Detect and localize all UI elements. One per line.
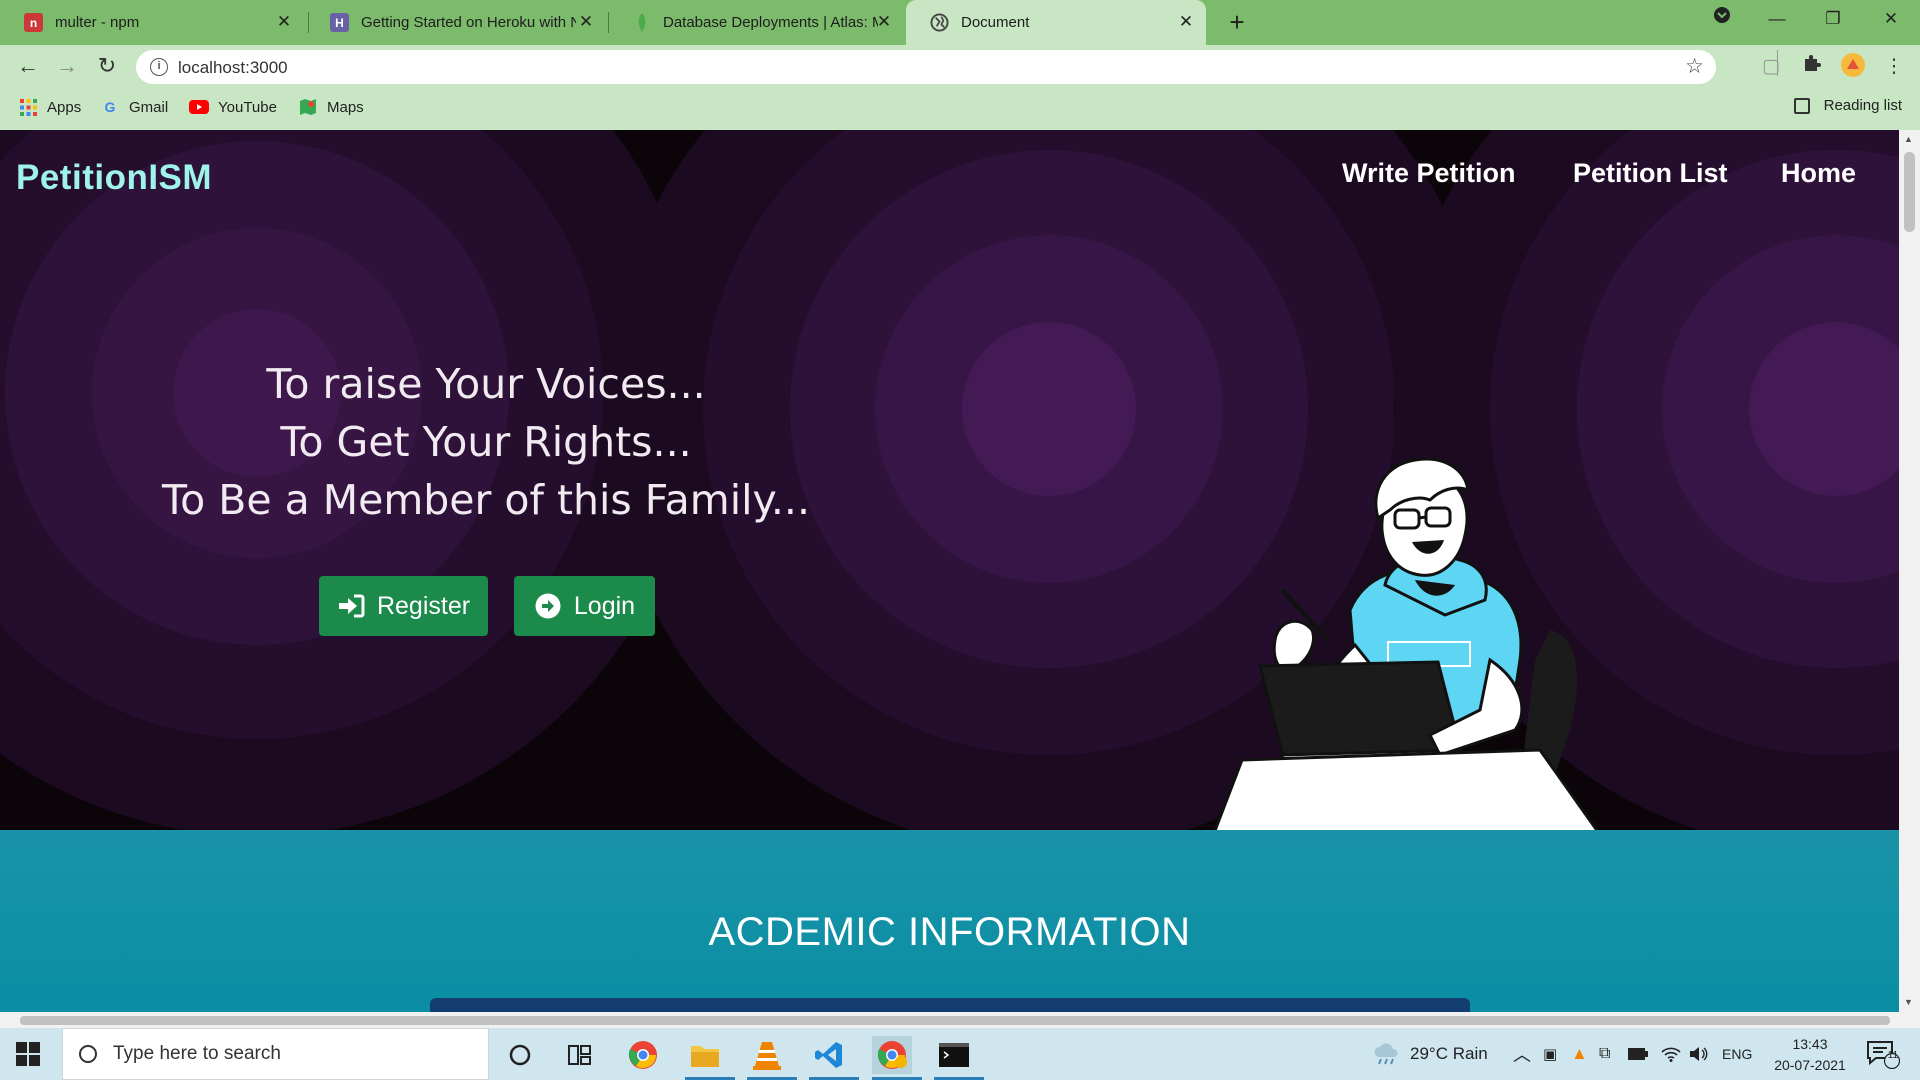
google-icon: G <box>104 99 116 115</box>
hero-line: To raise Your Voices... <box>266 360 706 408</box>
close-icon[interactable]: ✕ <box>1176 12 1196 32</box>
url-text: localhost:3000 <box>178 58 288 77</box>
reading-list-button[interactable]: Reading list <box>1793 97 1902 114</box>
reload-button[interactable]: ↻ <box>91 50 123 82</box>
arrow-circle-right-icon <box>534 592 562 620</box>
tab-atlas[interactable]: Database Deployments | Atlas: M ✕ <box>608 0 904 45</box>
bookmark-apps[interactable]: Apps <box>18 97 81 117</box>
vertical-scrollbar[interactable]: ▲ ▼ <box>1899 130 1920 1012</box>
vlc-tray-icon[interactable]: ▲ <box>1571 1028 1588 1080</box>
academic-information-section: ACDEMIC INFORMATION <box>0 830 1899 1012</box>
clock-time: 13:43 <box>1792 1036 1828 1052</box>
site-info-icon[interactable]: i <box>150 58 168 76</box>
hero-section: PetitionISM Write Petition Petition List… <box>0 130 1899 830</box>
tab-multer-npm[interactable]: n multer - npm ✕ <box>0 0 304 45</box>
notification-center-icon[interactable]: 11 <box>1866 1028 1900 1080</box>
login-button[interactable]: Login <box>514 576 655 636</box>
bookmark-youtube[interactable]: YouTube <box>189 97 277 117</box>
task-view-icon[interactable] <box>560 1036 600 1074</box>
extension-icon[interactable]: ▢ <box>1757 53 1785 81</box>
forward-button[interactable]: → <box>51 50 83 82</box>
new-tab-button[interactable]: + <box>1222 7 1252 37</box>
youtube-icon <box>189 97 209 117</box>
notification-badge: 11 <box>1887 1050 1899 1061</box>
browser-toolbar: ← → ↻ i localhost:3000 ☆ ▢ ⋮ Apps G Gmai… <box>0 45 1920 130</box>
scrollbar-thumb[interactable] <box>1904 152 1915 232</box>
hero-line: To Get Your Rights... <box>280 418 692 466</box>
clock-date: 20-07-2021 <box>1774 1057 1846 1073</box>
rain-cloud-icon <box>1374 1043 1398 1065</box>
display-icon[interactable]: ⧉ <box>1599 1028 1610 1080</box>
language-indicator[interactable]: ENG <box>1722 1028 1752 1080</box>
file-explorer-icon[interactable] <box>685 1036 735 1080</box>
hero-tagline: To raise Your Voices... To Get Your Righ… <box>120 355 852 529</box>
nav-petition-list[interactable]: Petition List <box>1573 158 1728 189</box>
apps-grid-icon <box>18 97 38 117</box>
taskbar-search-box[interactable]: Type here to search <box>62 1028 489 1080</box>
address-bar[interactable]: i localhost:3000 ☆ <box>136 50 1716 84</box>
back-button[interactable]: ← <box>12 50 44 82</box>
register-button[interactable]: Register <box>319 576 488 636</box>
meet-now-icon[interactable]: ▣ <box>1543 1028 1557 1080</box>
brand-logo[interactable]: PetitionISM <box>16 158 212 198</box>
windows-taskbar: Type here to search 29°C Rain ︿ ▣ ▲ ⧉ EN… <box>0 1028 1920 1080</box>
avatar[interactable] <box>1839 53 1867 81</box>
cortana-icon[interactable] <box>500 1036 540 1074</box>
scroll-up-arrow-icon[interactable]: ▲ <box>1904 134 1913 144</box>
chrome-canary-icon[interactable] <box>872 1036 922 1080</box>
battery-icon[interactable] <box>1628 1028 1648 1080</box>
terminal-icon[interactable] <box>934 1036 984 1080</box>
vlc-icon[interactable] <box>747 1036 797 1080</box>
person-at-laptop-illustration <box>1213 457 1599 830</box>
bookmark-gmail[interactable]: G Gmail <box>100 97 169 117</box>
tab-search-button[interactable] <box>1707 4 1737 34</box>
vscode-icon[interactable] <box>809 1036 859 1080</box>
npm-icon: n <box>24 13 43 32</box>
windows-start-icon[interactable] <box>16 1042 40 1066</box>
bookmarks-divider <box>1777 50 1778 76</box>
sign-in-icon <box>337 592 365 620</box>
chrome-icon[interactable] <box>623 1036 663 1074</box>
close-icon[interactable]: ✕ <box>274 12 294 32</box>
tab-heroku[interactable]: H Getting Started on Heroku with N ✕ <box>306 0 606 45</box>
restore-button[interactable]: ❐ <box>1818 4 1848 34</box>
bookmark-maps[interactable]: Maps <box>298 97 364 117</box>
tab-document[interactable]: Document ✕ <box>906 0 1206 45</box>
heroku-icon: H <box>330 13 349 32</box>
close-window-button[interactable]: ✕ <box>1876 4 1906 34</box>
weather-widget[interactable]: 29°C Rain <box>1372 1028 1488 1080</box>
reading-list-icon <box>1793 97 1810 114</box>
horizontal-scrollbar[interactable] <box>0 1012 1920 1028</box>
nav-write-petition[interactable]: Write Petition <box>1342 158 1516 189</box>
globe-icon <box>930 13 949 32</box>
browser-tab-strip: n multer - npm ✕ H Getting Started on He… <box>0 0 1920 45</box>
scroll-down-arrow-icon[interactable]: ▼ <box>1904 997 1913 1007</box>
info-card <box>430 998 1470 1012</box>
close-icon[interactable]: ✕ <box>874 12 894 32</box>
section-heading: ACDEMIC INFORMATION <box>708 910 1191 954</box>
search-icon <box>79 1045 97 1063</box>
bookmark-star-icon[interactable]: ☆ <box>1685 54 1704 79</box>
close-icon[interactable]: ✕ <box>576 12 596 32</box>
hero-line: To Be a Member of this Family... <box>162 476 810 524</box>
nav-home[interactable]: Home <box>1781 158 1856 189</box>
extensions-puzzle-icon[interactable] <box>1798 53 1826 81</box>
maps-icon <box>298 97 318 117</box>
wifi-icon[interactable] <box>1661 1028 1681 1080</box>
mongodb-leaf-icon <box>632 13 651 32</box>
scrollbar-thumb[interactable] <box>20 1016 1890 1025</box>
page-viewport: PetitionISM Write Petition Petition List… <box>0 130 1899 1012</box>
bookmarks-bar: Apps G Gmail YouTube Maps Reading list <box>0 89 1920 127</box>
volume-icon[interactable] <box>1689 1028 1709 1080</box>
show-hidden-icons-chevron-icon[interactable]: ︿ <box>1513 1028 1531 1080</box>
menu-kebab-icon[interactable]: ⋮ <box>1880 53 1908 81</box>
minimize-button[interactable]: — <box>1762 4 1792 34</box>
system-clock[interactable]: 13:43 20-07-2021 <box>1760 1034 1860 1076</box>
